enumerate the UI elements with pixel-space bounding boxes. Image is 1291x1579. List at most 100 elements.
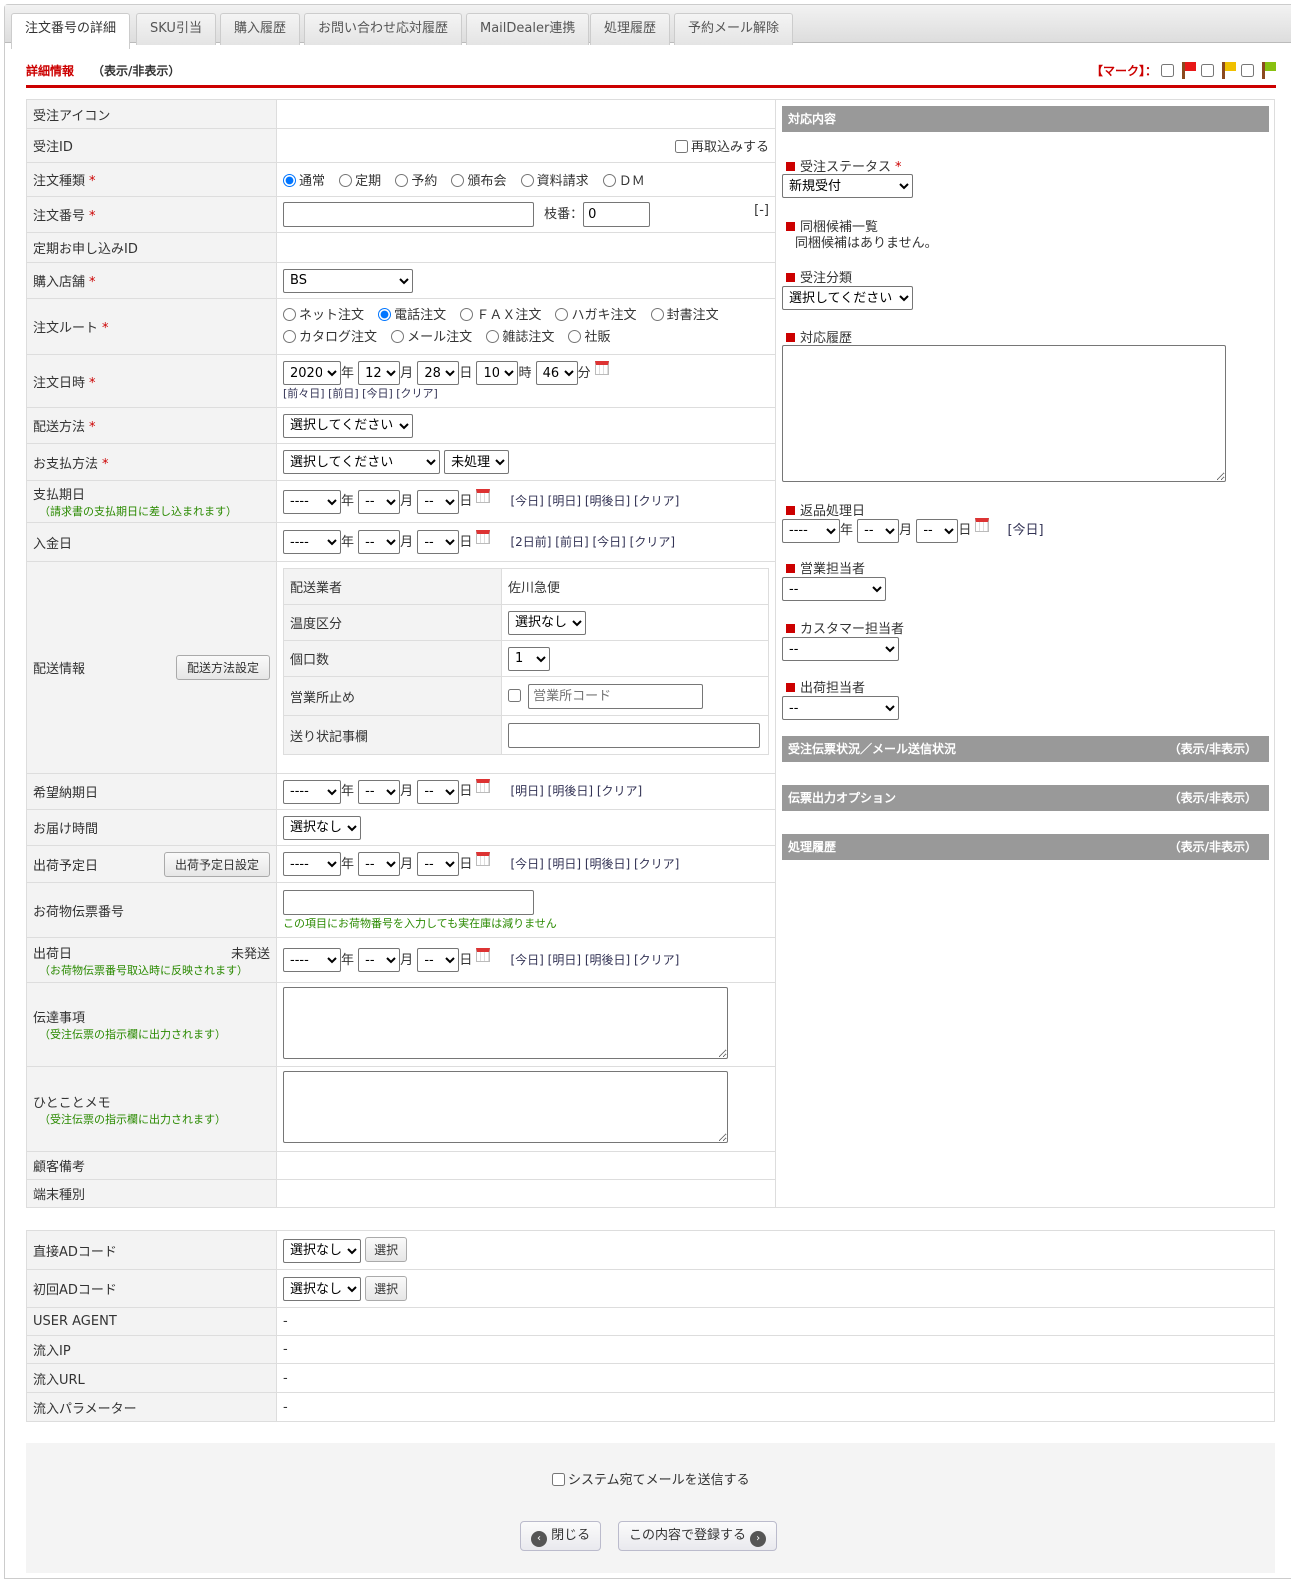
tab-purchase-history[interactable]: 購入履歴 bbox=[220, 13, 301, 45]
radio-route-phone[interactable]: 電話注文 bbox=[378, 307, 446, 323]
tab-process-history[interactable]: 処理履歴 bbox=[590, 13, 671, 45]
order-day-select[interactable]: 28 bbox=[417, 361, 460, 386]
office-hold-checkbox[interactable] bbox=[508, 688, 521, 702]
reimport-checkbox[interactable]: 再取込みする bbox=[674, 140, 769, 155]
collapse-toggle[interactable]: [-] bbox=[754, 203, 769, 218]
due-year-select[interactable]: ---- bbox=[283, 489, 341, 514]
wish-day-select[interactable]: -- bbox=[417, 779, 460, 804]
pieces-select[interactable]: 1 bbox=[508, 646, 550, 671]
tab-sku[interactable]: SKU引当 bbox=[136, 13, 216, 45]
ship-date-shortcuts[interactable]: [今日] [明日] [明後日] [クリア] bbox=[510, 953, 679, 967]
tracking-number-input[interactable] bbox=[283, 889, 534, 915]
calendar-icon[interactable] bbox=[476, 779, 491, 794]
process-history-bar[interactable]: 処理履歴 （表示/非表示） bbox=[782, 834, 1269, 860]
return-month-select[interactable]: -- bbox=[857, 518, 900, 543]
paid-date-shortcuts[interactable]: [2日前] [前日] [今日] [クリア] bbox=[510, 535, 675, 549]
planned-ship-date-button[interactable]: 出荷予定日設定 bbox=[163, 851, 270, 877]
radio-route-mail[interactable]: メール注文 bbox=[391, 329, 472, 345]
return-year-select[interactable]: ---- bbox=[782, 518, 840, 543]
order-month-select[interactable]: 12 bbox=[358, 361, 401, 386]
radio-type-dm[interactable]: ＤＭ bbox=[602, 174, 645, 189]
plan-day-select[interactable]: -- bbox=[417, 852, 460, 877]
mark-yellow-checkbox[interactable] bbox=[1201, 64, 1214, 77]
ship-day-select[interactable]: -- bbox=[417, 948, 460, 973]
radio-route-catalog[interactable]: カタログ注文 bbox=[283, 329, 377, 345]
close-button[interactable]: ‹ 閉じる bbox=[520, 1521, 602, 1551]
order-hour-select[interactable]: 10 bbox=[476, 361, 519, 386]
memo-textarea[interactable] bbox=[283, 1071, 728, 1143]
return-today-link[interactable]: [今日] bbox=[1007, 523, 1043, 538]
plan-year-select[interactable]: ---- bbox=[283, 852, 341, 877]
radio-type-request[interactable]: 資料請求 bbox=[520, 174, 589, 189]
message-textarea[interactable] bbox=[283, 986, 728, 1059]
calendar-icon[interactable] bbox=[476, 529, 491, 544]
direct-ad-select-button[interactable]: 選択 bbox=[365, 1237, 408, 1263]
calendar-icon[interactable] bbox=[476, 489, 491, 504]
mark-red-checkbox[interactable] bbox=[1161, 64, 1174, 77]
radio-type-normal[interactable]: 通常 bbox=[283, 174, 325, 189]
plan-date-shortcuts[interactable]: [今日] [明日] [明後日] [クリア] bbox=[510, 857, 679, 871]
ship-year-select[interactable]: ---- bbox=[283, 948, 341, 973]
calendar-icon[interactable] bbox=[476, 851, 491, 866]
order-minute-select[interactable]: 46 bbox=[535, 361, 578, 386]
temperature-select[interactable]: 選択なし bbox=[508, 610, 586, 635]
wish-date-shortcuts[interactable]: [明日] [明後日] [クリア] bbox=[510, 784, 642, 798]
radio-route-letter[interactable]: 封書注文 bbox=[650, 307, 719, 323]
radio-route-magazine[interactable]: 雑誌注文 bbox=[486, 329, 554, 345]
mark-green-checkbox[interactable] bbox=[1241, 64, 1254, 77]
store-select[interactable]: BS bbox=[283, 268, 413, 293]
payment-method-select[interactable]: 選択してください bbox=[283, 450, 440, 474]
radio-route-net[interactable]: ネット注文 bbox=[283, 307, 364, 323]
due-date-shortcuts[interactable]: [今日] [明日] [明後日] [クリア] bbox=[510, 494, 679, 508]
tab-maildealer[interactable]: MailDealer連携 bbox=[466, 13, 590, 45]
slip-note-input[interactable] bbox=[508, 722, 760, 748]
delivery-method-settings-button[interactable]: 配送方法設定 bbox=[175, 655, 270, 680]
order-number-input[interactable] bbox=[283, 202, 534, 227]
section-toggle[interactable]: （表示/非表示） bbox=[92, 64, 180, 78]
radio-type-subscription[interactable]: 頒布会 bbox=[451, 174, 506, 189]
paid-day-select[interactable]: -- bbox=[417, 530, 460, 555]
paid-year-select[interactable]: ---- bbox=[283, 530, 341, 555]
label-desired-date: 希望納期日 bbox=[26, 773, 277, 810]
radio-route-employee[interactable]: 社販 bbox=[568, 329, 610, 345]
return-day-select[interactable]: -- bbox=[916, 518, 959, 543]
first-ad-select[interactable]: 選択なし bbox=[283, 1277, 361, 1302]
order-category-select[interactable]: 選択してください bbox=[782, 286, 913, 310]
sales-staff-select[interactable]: -- bbox=[782, 577, 886, 601]
order-date-shortcuts[interactable]: [前々日] [前日] [今日] [クリア] bbox=[283, 387, 438, 400]
customer-staff-select[interactable]: -- bbox=[782, 637, 899, 661]
label-shipping-staff: 出荷担当者 bbox=[786, 677, 865, 696]
response-history-textarea[interactable] bbox=[782, 345, 1226, 482]
tab-inquiry-history[interactable]: お問い合わせ応対履歴 bbox=[304, 13, 463, 45]
paid-month-select[interactable]: -- bbox=[358, 530, 401, 555]
shipping-method-select[interactable]: 選択してください bbox=[283, 413, 413, 438]
first-ad-select-button[interactable]: 選択 bbox=[365, 1275, 408, 1301]
wish-month-select[interactable]: -- bbox=[358, 779, 401, 804]
tab-order-detail[interactable]: 注文番号の詳細 bbox=[11, 13, 131, 49]
ship-month-select[interactable]: -- bbox=[358, 948, 401, 973]
due-day-select[interactable]: -- bbox=[417, 489, 460, 514]
wish-year-select[interactable]: ---- bbox=[283, 779, 341, 804]
shipping-staff-select[interactable]: -- bbox=[782, 696, 899, 720]
payment-status-select[interactable]: 未処理 bbox=[444, 450, 510, 474]
order-year-select[interactable]: 2020 bbox=[283, 361, 341, 386]
tab-reservation-mail[interactable]: 予約メール解除 bbox=[674, 13, 794, 45]
slip-output-options-bar[interactable]: 伝票出力オプション （表示/非表示） bbox=[782, 785, 1269, 811]
order-status-select[interactable]: 新規受付 bbox=[782, 174, 913, 198]
slip-mail-status-bar[interactable]: 受注伝票状況／メール送信状況 （表示/非表示） bbox=[782, 736, 1269, 762]
radio-type-reserve[interactable]: 予約 bbox=[395, 174, 437, 189]
radio-route-postcard[interactable]: ハガキ注文 bbox=[555, 307, 636, 323]
plan-month-select[interactable]: -- bbox=[358, 852, 401, 877]
branch-input[interactable] bbox=[583, 202, 651, 227]
calendar-icon[interactable] bbox=[476, 947, 491, 962]
system-mail-checkbox[interactable]: システム宛てメールを送信する bbox=[552, 1469, 750, 1488]
radio-type-regular[interactable]: 定期 bbox=[339, 174, 381, 189]
office-code-input[interactable] bbox=[528, 683, 704, 709]
radio-route-fax[interactable]: ＦＡＸ注文 bbox=[460, 307, 541, 323]
submit-button[interactable]: この内容で登録する › bbox=[618, 1521, 778, 1551]
direct-ad-select[interactable]: 選択なし bbox=[283, 1238, 361, 1263]
due-month-select[interactable]: -- bbox=[358, 489, 401, 514]
calendar-icon[interactable] bbox=[975, 518, 990, 532]
calendar-icon[interactable] bbox=[594, 360, 609, 375]
delivery-time-select[interactable]: 選択なし bbox=[283, 815, 361, 840]
